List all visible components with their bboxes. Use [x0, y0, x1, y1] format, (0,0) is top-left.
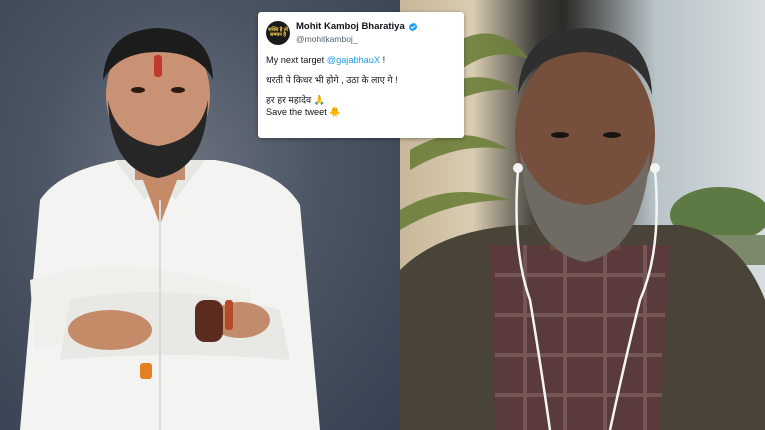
tweet-line-4: Save the tweet 🐥: [266, 107, 341, 117]
display-name[interactable]: Mohit Kamboj Bharatiya: [296, 21, 405, 33]
tweet-line-1: My next target @gajabhauX !: [266, 54, 456, 66]
tweet-line-3: हर हर महादेव 🙏: [266, 95, 326, 105]
verified-badge-icon: [408, 22, 417, 32]
tweet-line-1-prefix: My next target: [266, 55, 327, 65]
tweet-author: Mohit Kamboj Bharatiya @mohitkamboj_: [296, 21, 418, 45]
avatar-logo-text: शक्ति है तो सम्मान है: [268, 27, 288, 38]
tweet-card: शक्ति है तो सम्मान है Mohit Kamboj Bhara…: [258, 12, 464, 138]
tweet-line-2: धरती पे किधर भी होगे , उठा के लाए गे !: [266, 75, 398, 85]
user-handle[interactable]: @mohitkamboj_: [296, 33, 418, 45]
tweet-header: शक्ति है तो सम्मान है Mohit Kamboj Bhara…: [266, 20, 456, 46]
avatar[interactable]: शक्ति है तो सम्मान है: [266, 21, 290, 45]
tweet-text: My next target @gajabhauX ! धरती पे किधर…: [266, 54, 456, 118]
image-canvas: शक्ति है तो सम्मान है Mohit Kamboj Bhara…: [0, 0, 765, 430]
tweet-line-1-suffix: !: [380, 55, 386, 65]
display-name-row: Mohit Kamboj Bharatiya: [296, 21, 418, 33]
mention-link[interactable]: @gajabhauX: [327, 55, 380, 65]
